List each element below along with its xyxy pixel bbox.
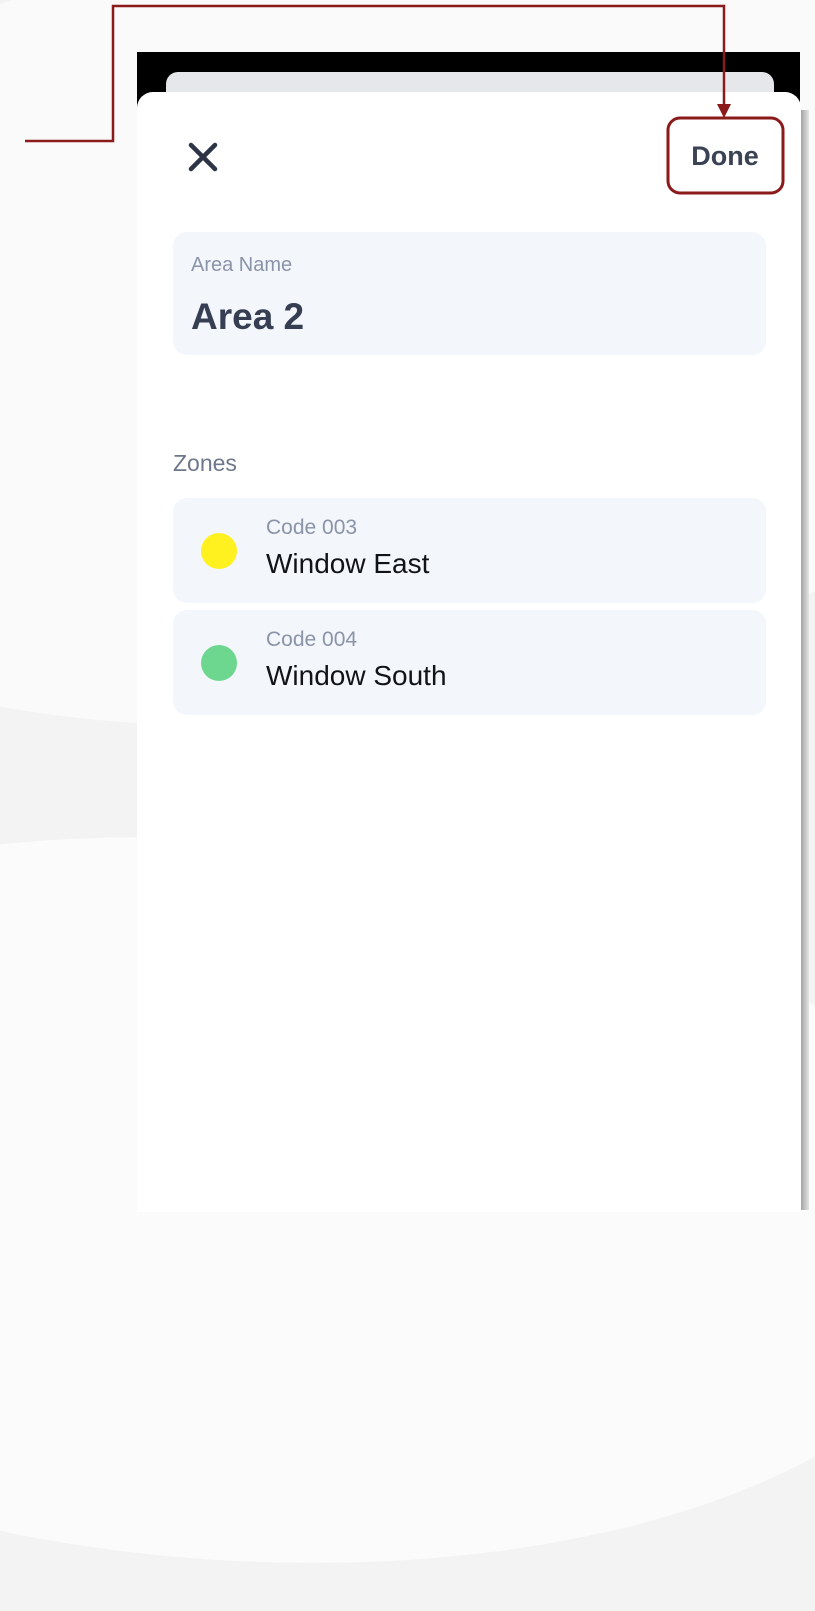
area-name-input[interactable] — [191, 296, 731, 338]
zone-code: Code 004 — [266, 628, 358, 651]
close-button[interactable] — [179, 133, 227, 181]
done-button[interactable]: Done — [670, 124, 780, 188]
zone-color-dot — [201, 645, 237, 681]
area-name-label: Area Name — [191, 254, 293, 276]
area-name-field[interactable]: Area Name — [173, 232, 766, 355]
zone-row[interactable]: Code 004 Window South — [173, 610, 766, 715]
zones-section-title: Zones — [173, 450, 237, 476]
zone-name: Window East — [266, 548, 430, 579]
close-icon — [188, 142, 218, 172]
sheet-shadow — [800, 110, 809, 1210]
zone-code: Code 003 — [266, 516, 358, 539]
zone-row[interactable]: Code 003 Window East — [173, 498, 766, 603]
zone-color-dot — [201, 533, 237, 569]
zone-name: Window South — [266, 660, 447, 691]
